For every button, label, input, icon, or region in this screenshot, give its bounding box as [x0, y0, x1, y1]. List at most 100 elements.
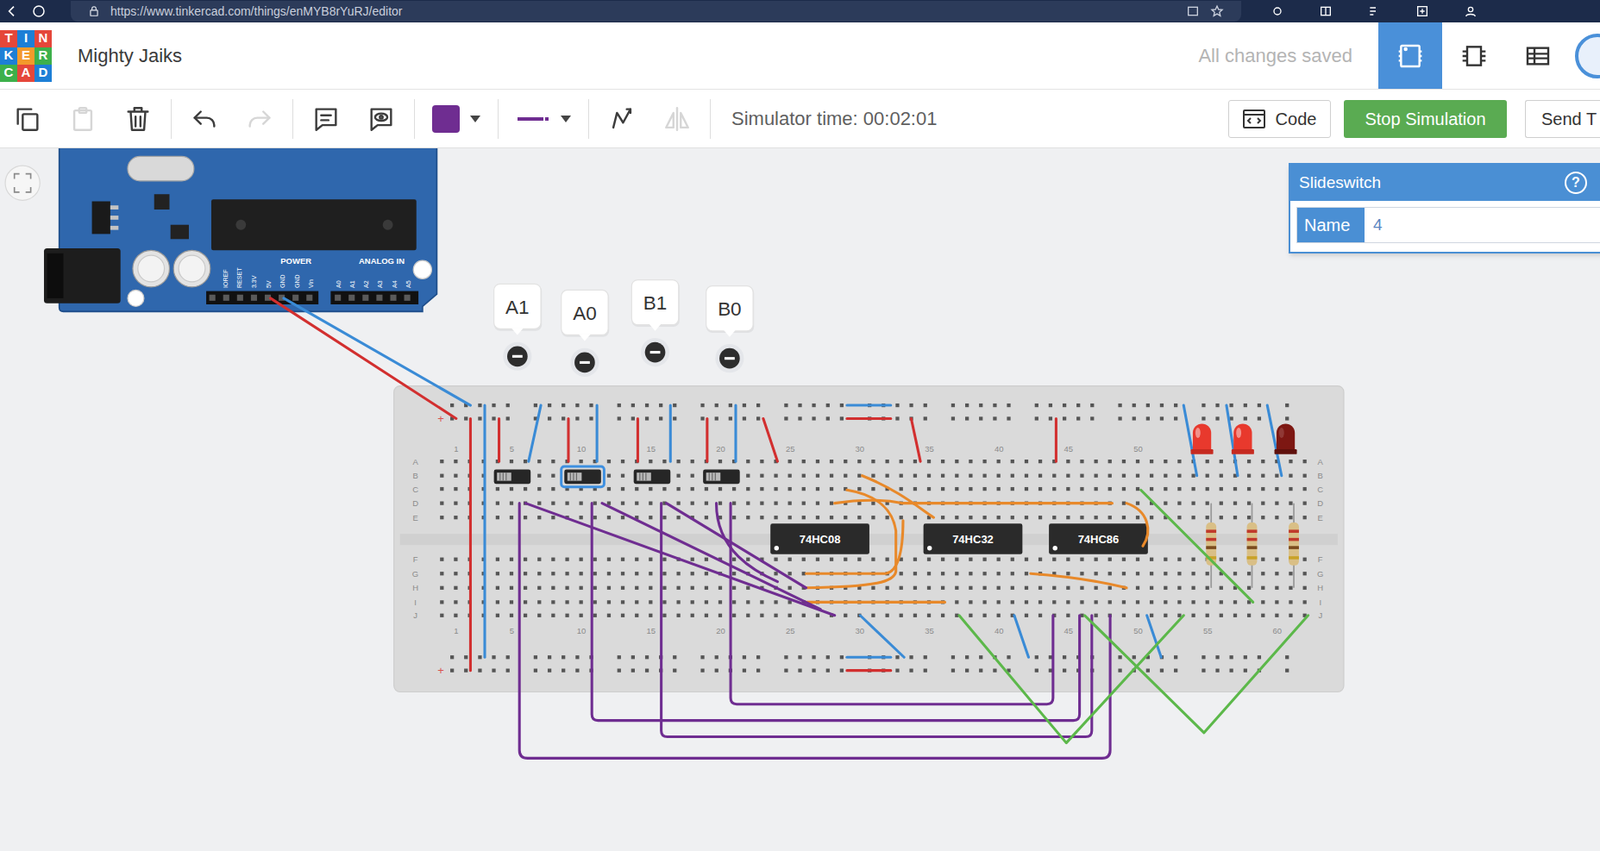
wire[interactable]	[1147, 615, 1162, 658]
wire[interactable]	[661, 503, 1092, 738]
extensions-icon[interactable]	[1270, 4, 1285, 19]
hole	[1079, 586, 1084, 590]
wire[interactable]	[806, 520, 904, 575]
project-title[interactable]: Mighty Jaiks	[77, 41, 182, 70]
wire[interactable]	[636, 418, 640, 462]
send-button[interactable]: Send T	[1524, 100, 1600, 139]
rail-hole	[547, 655, 552, 659]
wire[interactable]	[566, 418, 570, 462]
name-field: Name 4	[1296, 207, 1600, 244]
avatar[interactable]	[1569, 22, 1600, 90]
back-icon[interactable]	[5, 4, 19, 19]
fit-view-icon[interactable]	[5, 165, 40, 201]
logic-chip[interactable]: 74HC86	[1048, 523, 1149, 554]
wire[interactable]	[666, 503, 807, 589]
wire[interactable]	[1126, 503, 1149, 547]
view-button[interactable]	[1505, 22, 1570, 90]
hole	[1288, 586, 1293, 590]
logic-chip[interactable]: 74HC08	[770, 523, 870, 554]
stop-simulation-button[interactable]: Stop Simulation	[1343, 100, 1507, 139]
circuit-canvas[interactable]: POWERANALOG INIOREFRESET3.3V5VGNDGNDVinA…	[0, 148, 1600, 851]
wire[interactable]	[483, 405, 486, 658]
wire[interactable]	[910, 418, 921, 462]
logic-chip[interactable]: 74HC32	[923, 523, 1023, 554]
hole	[773, 600, 778, 604]
led[interactable]	[1191, 423, 1214, 454]
wire[interactable]	[591, 503, 1080, 722]
wire[interactable]	[705, 418, 709, 462]
slide-switch[interactable]	[494, 470, 532, 485]
wire[interactable]	[519, 503, 1111, 760]
wire[interactable]	[847, 417, 891, 421]
resistor[interactable]	[1205, 503, 1217, 589]
resistor[interactable]	[1288, 503, 1299, 589]
delete-button[interactable]	[110, 98, 166, 140]
rotate-button[interactable]	[594, 98, 650, 140]
star-icon[interactable]	[1210, 4, 1224, 19]
copy-button[interactable]	[0, 98, 56, 140]
breadboard[interactable]: 1510152025303540455015101520253035404550…	[394, 386, 1344, 693]
note[interactable]: B1	[631, 280, 680, 368]
arduino[interactable]: POWERANALOG INIOREFRESET3.3V5VGNDGNDVinA…	[43, 148, 437, 312]
collections-icon[interactable]	[1415, 4, 1430, 19]
favorites-icon[interactable]	[1367, 4, 1381, 19]
reload-icon[interactable]	[31, 3, 47, 19]
address-bar[interactable]: https://www.tinkercad.com/things/enMYB8r…	[70, 0, 1242, 22]
code-button[interactable]: Code	[1228, 100, 1331, 139]
view-button[interactable]	[1442, 22, 1506, 90]
wire[interactable]	[1085, 615, 1309, 734]
wire[interactable]	[730, 503, 1054, 705]
note-button[interactable]	[298, 98, 354, 140]
note[interactable]: A0	[561, 289, 610, 377]
slide-switch[interactable]	[633, 470, 672, 485]
led[interactable]	[1231, 423, 1255, 454]
notes-visibility-button[interactable]	[353, 98, 409, 140]
wire[interactable]	[734, 405, 737, 462]
slide-switch[interactable]	[702, 470, 741, 485]
wire[interactable]	[602, 503, 821, 610]
wire[interactable]	[862, 476, 935, 518]
wire[interactable]	[283, 298, 471, 406]
paste-button[interactable]	[55, 98, 111, 140]
wire-type-picker[interactable]	[503, 98, 584, 140]
undo-button[interactable]	[176, 98, 233, 140]
wire[interactable]	[497, 418, 501, 462]
wire[interactable]	[1014, 615, 1030, 658]
view-button[interactable]	[1378, 22, 1443, 90]
wire[interactable]	[525, 503, 835, 616]
wire[interactable]	[528, 405, 541, 462]
note[interactable]: A1	[494, 283, 543, 371]
resistor[interactable]	[1247, 503, 1258, 589]
wire[interactable]	[270, 298, 457, 420]
slide-switch[interactable]	[561, 466, 605, 488]
wire[interactable]	[847, 404, 891, 408]
wire[interactable]	[716, 503, 779, 583]
hole	[495, 614, 500, 618]
wire[interactable]	[847, 656, 891, 659]
tinkercad-logo[interactable]: TINKERCAD	[0, 30, 52, 82]
split-icon[interactable]	[1318, 4, 1333, 19]
profile-icon[interactable]	[1463, 4, 1478, 19]
wire-color-picker[interactable]	[420, 98, 493, 140]
note[interactable]: B0	[706, 286, 755, 374]
led[interactable]	[1274, 423, 1298, 454]
flip-button[interactable]	[649, 98, 705, 140]
reader-icon[interactable]	[1185, 4, 1200, 19]
column-number: 30	[855, 444, 866, 454]
wire[interactable]	[859, 615, 904, 658]
wire[interactable]	[763, 418, 779, 462]
name-input[interactable]: 4	[1364, 207, 1600, 243]
wire[interactable]	[1054, 418, 1058, 462]
wire[interactable]	[596, 405, 599, 462]
pin-label: A2	[363, 280, 371, 289]
wire[interactable]	[469, 418, 472, 671]
wire[interactable]	[1030, 573, 1127, 589]
wire[interactable]	[847, 669, 891, 672]
help-button[interactable]: ?	[1564, 171, 1588, 195]
wire[interactable]	[669, 405, 672, 462]
circuit-drawing[interactable]: POWERANALOG INIOREFRESET3.3V5VGNDGNDVinA…	[0, 148, 1600, 851]
wire[interactable]	[806, 601, 946, 604]
wire[interactable]	[1141, 489, 1254, 603]
redo-button[interactable]	[232, 98, 288, 140]
save-status: All changes saved	[1198, 41, 1353, 70]
